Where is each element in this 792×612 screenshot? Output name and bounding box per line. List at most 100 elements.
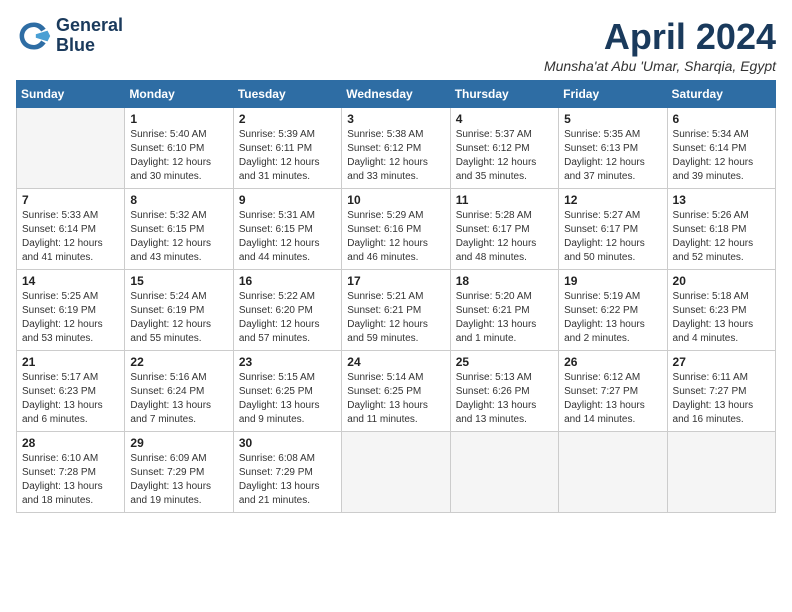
- calendar-cell: 23 Sunrise: 5:15 AMSunset: 6:25 PMDayligh…: [233, 351, 341, 432]
- day-info: Sunrise: 5:20 AMSunset: 6:21 PMDaylight:…: [456, 290, 553, 346]
- day-number: 22: [130, 355, 227, 369]
- calendar-cell: 21 Sunrise: 5:17 AMSunset: 6:23 PMDayligh…: [17, 351, 125, 432]
- day-info: Sunrise: 5:35 AMSunset: 6:13 PMDaylight:…: [564, 128, 661, 184]
- calendar-cell: 6Sunrise: 5:34 AMSunset: 6:14 PMDaylight…: [667, 108, 775, 189]
- day-info: Sunrise: 5:40 AMSunset: 6:10 PMDaylight:…: [130, 128, 227, 184]
- day-number: 21: [22, 355, 119, 369]
- day-info: Sunrise: 5:15 AMSunset: 6:25 PMDaylight:…: [239, 371, 336, 427]
- calendar-table: SundayMondayTuesdayWednesdayThursdayFrid…: [16, 80, 776, 513]
- day-number: 26: [564, 355, 661, 369]
- calendar-cell: 24 Sunrise: 5:14 AMSunset: 6:25 PMDayligh…: [342, 351, 450, 432]
- day-number: 7: [22, 193, 119, 207]
- calendar-cell: [667, 432, 775, 513]
- day-number: 10: [347, 193, 444, 207]
- header-wednesday: Wednesday: [342, 81, 450, 108]
- day-number: 15: [130, 274, 227, 288]
- day-info: Sunrise: 5:34 AMSunset: 6:14 PMDaylight:…: [673, 128, 770, 184]
- day-info: Sunrise: 5:16 AMSunset: 6:24 PMDaylight:…: [130, 371, 227, 427]
- day-info: Sunrise: 5:38 AMSunset: 6:12 PMDaylight:…: [347, 128, 444, 184]
- logo-text: General Blue: [56, 16, 123, 56]
- day-number: 1: [130, 112, 227, 126]
- week-row-4: 21 Sunrise: 5:17 AMSunset: 6:23 PMDayligh…: [17, 351, 776, 432]
- title-block: April 2024 Munsha'at Abu 'Umar, Sharqia,…: [544, 16, 776, 74]
- calendar-cell: 29 Sunrise: 6:09 AMSunset: 7:29 PMDayligh…: [125, 432, 233, 513]
- page-header: General Blue April 2024 Munsha'at Abu 'U…: [16, 16, 776, 74]
- day-number: 24: [347, 355, 444, 369]
- logo-icon: [16, 18, 52, 54]
- day-info: Sunrise: 5:28 AMSunset: 6:17 PMDaylight:…: [456, 209, 553, 265]
- calendar-header-row: SundayMondayTuesdayWednesdayThursdayFrid…: [17, 81, 776, 108]
- calendar-cell: [17, 108, 125, 189]
- day-info: Sunrise: 5:31 AMSunset: 6:15 PMDaylight:…: [239, 209, 336, 265]
- day-info: Sunrise: 5:27 AMSunset: 6:17 PMDaylight:…: [564, 209, 661, 265]
- header-tuesday: Tuesday: [233, 81, 341, 108]
- header-sunday: Sunday: [17, 81, 125, 108]
- day-info: Sunrise: 5:22 AMSunset: 6:20 PMDaylight:…: [239, 290, 336, 346]
- header-saturday: Saturday: [667, 81, 775, 108]
- day-info: Sunrise: 6:08 AMSunset: 7:29 PMDaylight:…: [239, 452, 336, 508]
- day-info: Sunrise: 5:37 AMSunset: 6:12 PMDaylight:…: [456, 128, 553, 184]
- calendar-cell: 16 Sunrise: 5:22 AMSunset: 6:20 PMDayligh…: [233, 270, 341, 351]
- calendar-cell: 28Sunrise: 6:10 AMSunset: 7:28 PMDayligh…: [17, 432, 125, 513]
- day-number: 8: [130, 193, 227, 207]
- calendar-cell: 11Sunrise: 5:28 AMSunset: 6:17 PMDayligh…: [450, 189, 558, 270]
- calendar-cell: 15 Sunrise: 5:24 AMSunset: 6:19 PMDayligh…: [125, 270, 233, 351]
- week-row-1: 1 Sunrise: 5:40 AMSunset: 6:10 PMDaylight…: [17, 108, 776, 189]
- calendar-cell: 30Sunrise: 6:08 AMSunset: 7:29 PMDayligh…: [233, 432, 341, 513]
- calendar-cell: 20 Sunrise: 5:18 AMSunset: 6:23 PMDayligh…: [667, 270, 775, 351]
- calendar-cell: 8 Sunrise: 5:32 AMSunset: 6:15 PMDaylight…: [125, 189, 233, 270]
- day-info: Sunrise: 5:29 AMSunset: 6:16 PMDaylight:…: [347, 209, 444, 265]
- day-info: Sunrise: 6:09 AMSunset: 7:29 PMDaylight:…: [130, 452, 227, 508]
- calendar-cell: 1 Sunrise: 5:40 AMSunset: 6:10 PMDaylight…: [125, 108, 233, 189]
- day-info: Sunrise: 5:26 AMSunset: 6:18 PMDaylight:…: [673, 209, 770, 265]
- day-info: Sunrise: 5:21 AMSunset: 6:21 PMDaylight:…: [347, 290, 444, 346]
- calendar-cell: 25 Sunrise: 5:13 AMSunset: 6:26 PMDayligh…: [450, 351, 558, 432]
- calendar-cell: 27Sunrise: 6:11 AMSunset: 7:27 PMDayligh…: [667, 351, 775, 432]
- day-number: 12: [564, 193, 661, 207]
- day-info: Sunrise: 5:18 AMSunset: 6:23 PMDaylight:…: [673, 290, 770, 346]
- day-number: 14: [22, 274, 119, 288]
- day-info: Sunrise: 5:14 AMSunset: 6:25 PMDaylight:…: [347, 371, 444, 427]
- calendar-cell: 26 Sunrise: 6:12 AMSunset: 7:27 PMDayligh…: [559, 351, 667, 432]
- location-subtitle: Munsha'at Abu 'Umar, Sharqia, Egypt: [544, 58, 776, 74]
- header-monday: Monday: [125, 81, 233, 108]
- calendar-cell: 12 Sunrise: 5:27 AMSunset: 6:17 PMDayligh…: [559, 189, 667, 270]
- day-info: Sunrise: 6:11 AMSunset: 7:27 PMDaylight:…: [673, 371, 770, 427]
- calendar-cell: 7 Sunrise: 5:33 AMSunset: 6:14 PMDaylight…: [17, 189, 125, 270]
- day-number: 5: [564, 112, 661, 126]
- day-number: 18: [456, 274, 553, 288]
- day-number: 3: [347, 112, 444, 126]
- day-number: 20: [673, 274, 770, 288]
- calendar-cell: [559, 432, 667, 513]
- day-info: Sunrise: 5:17 AMSunset: 6:23 PMDaylight:…: [22, 371, 119, 427]
- calendar-cell: 14 Sunrise: 5:25 AMSunset: 6:19 PMDayligh…: [17, 270, 125, 351]
- week-row-5: 28Sunrise: 6:10 AMSunset: 7:28 PMDayligh…: [17, 432, 776, 513]
- day-number: 25: [456, 355, 553, 369]
- day-number: 2: [239, 112, 336, 126]
- logo: General Blue: [16, 16, 123, 56]
- day-info: Sunrise: 6:12 AMSunset: 7:27 PMDaylight:…: [564, 371, 661, 427]
- calendar-cell: 2 Sunrise: 5:39 AMSunset: 6:11 PMDaylight…: [233, 108, 341, 189]
- day-number: 13: [673, 193, 770, 207]
- day-info: Sunrise: 5:25 AMSunset: 6:19 PMDaylight:…: [22, 290, 119, 346]
- day-number: 29: [130, 436, 227, 450]
- calendar-cell: [342, 432, 450, 513]
- day-info: Sunrise: 5:39 AMSunset: 6:11 PMDaylight:…: [239, 128, 336, 184]
- calendar-cell: 10 Sunrise: 5:29 AMSunset: 6:16 PMDayligh…: [342, 189, 450, 270]
- week-row-3: 14 Sunrise: 5:25 AMSunset: 6:19 PMDayligh…: [17, 270, 776, 351]
- calendar-cell: 4Sunrise: 5:37 AMSunset: 6:12 PMDaylight…: [450, 108, 558, 189]
- day-number: 16: [239, 274, 336, 288]
- day-info: Sunrise: 5:32 AMSunset: 6:15 PMDaylight:…: [130, 209, 227, 265]
- day-info: Sunrise: 5:33 AMSunset: 6:14 PMDaylight:…: [22, 209, 119, 265]
- day-number: 9: [239, 193, 336, 207]
- day-number: 23: [239, 355, 336, 369]
- calendar-cell: 19Sunrise: 5:19 AMSunset: 6:22 PMDayligh…: [559, 270, 667, 351]
- day-info: Sunrise: 5:13 AMSunset: 6:26 PMDaylight:…: [456, 371, 553, 427]
- day-info: Sunrise: 5:24 AMSunset: 6:19 PMDaylight:…: [130, 290, 227, 346]
- calendar-cell: 17Sunrise: 5:21 AMSunset: 6:21 PMDayligh…: [342, 270, 450, 351]
- day-info: Sunrise: 5:19 AMSunset: 6:22 PMDaylight:…: [564, 290, 661, 346]
- calendar-cell: 3 Sunrise: 5:38 AMSunset: 6:12 PMDaylight…: [342, 108, 450, 189]
- calendar-cell: 13 Sunrise: 5:26 AMSunset: 6:18 PMDayligh…: [667, 189, 775, 270]
- week-row-2: 7 Sunrise: 5:33 AMSunset: 6:14 PMDaylight…: [17, 189, 776, 270]
- day-number: 28: [22, 436, 119, 450]
